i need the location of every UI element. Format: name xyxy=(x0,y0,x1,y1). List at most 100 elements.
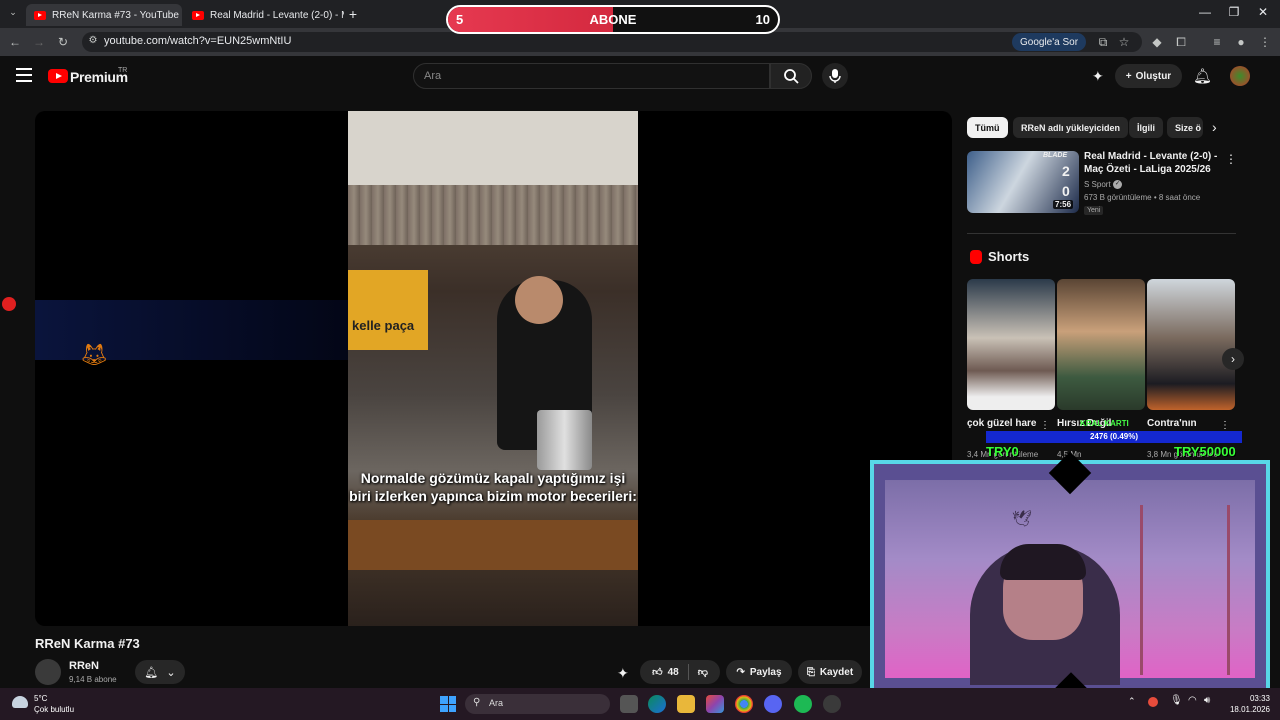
menu-kebab-icon[interactable]: ⋮ xyxy=(1256,35,1274,49)
windows-start-icon[interactable] xyxy=(440,696,456,712)
youtube-logo-icon[interactable] xyxy=(48,69,68,83)
ai-sparkle-icon[interactable]: ✦ xyxy=(617,665,629,682)
streamer-hair xyxy=(1000,544,1086,580)
wifi-icon[interactable]: ◠ xyxy=(1188,695,1197,706)
puzzle-icon[interactable]: ⧠ xyxy=(1172,35,1190,50)
edge-icon[interactable] xyxy=(648,695,666,713)
short-title[interactable]: Contra'nın xyxy=(1147,417,1221,430)
subscription-bell-button[interactable]: 🔔︎ ⌄ xyxy=(135,660,185,684)
share-button[interactable]: ↷ Paylaş xyxy=(726,660,792,684)
shorts-heading: Shorts xyxy=(988,249,1030,264)
video-title: RReN Karma #73 xyxy=(35,636,140,651)
voice-search-button[interactable] xyxy=(822,63,848,89)
chrome-icon[interactable] xyxy=(735,695,753,713)
profile-icon[interactable]: ● xyxy=(1232,35,1250,49)
recommendation-title[interactable]: Real Madrid - Levante (2-0) - Maç Özeti … xyxy=(1084,150,1224,176)
tab-real-madrid[interactable]: Real Madrid - Levante (2-0) - M ✕ xyxy=(184,4,344,26)
divider xyxy=(967,233,1236,234)
chip-from-uploader[interactable]: RReN adlı yükleyiciden xyxy=(1013,117,1129,138)
url-text[interactable]: youtube.com/watch?v=EUN25wmNtIU xyxy=(104,35,291,47)
tab-search-icon[interactable]: ⌄ xyxy=(4,7,22,18)
youtube-favicon-icon xyxy=(192,10,204,20)
back-icon[interactable]: ← xyxy=(6,35,24,49)
share-label: Paylaş xyxy=(749,666,782,678)
copilot-icon[interactable] xyxy=(706,695,724,713)
obs-icon[interactable] xyxy=(823,695,841,713)
weather-description[interactable]: Çok bulutlu xyxy=(34,705,74,714)
fox-mascot-icon: 🦊︎ xyxy=(80,342,108,367)
hamburger-menu-icon[interactable] xyxy=(16,68,32,82)
bell-icon: 🔔︎ xyxy=(144,666,159,679)
tray-app-icon[interactable] xyxy=(1148,697,1158,707)
search-input[interactable]: Ara xyxy=(413,63,770,89)
clock-time[interactable]: 03:33 xyxy=(1218,694,1270,703)
maximize-icon[interactable]: ❐ xyxy=(1219,5,1249,19)
like-icon[interactable]: 👍︎ xyxy=(652,666,662,678)
steel-pot xyxy=(537,410,592,470)
subscriber-count: 9,14 B abone xyxy=(69,675,117,684)
shorts-next-button[interactable]: › xyxy=(1222,348,1244,370)
reload-icon[interactable]: ↻ xyxy=(54,35,72,49)
chip-related[interactable]: İlgili xyxy=(1129,117,1163,138)
minimize-icon[interactable]: — xyxy=(1190,5,1220,19)
more-options-icon[interactable]: ⋮ xyxy=(1040,420,1050,431)
spotify-icon[interactable] xyxy=(794,695,812,713)
share-icon: ↷ xyxy=(736,666,745,678)
youtube-favicon-icon xyxy=(34,10,46,20)
chip-all[interactable]: Tümü xyxy=(967,117,1008,138)
window-close-icon[interactable]: ✕ xyxy=(1248,5,1278,19)
short-title[interactable]: çok güzel hare xyxy=(967,417,1041,430)
like-count[interactable]: 48 xyxy=(668,667,679,678)
tab-title: Real Madrid - Levante (2-0) - M xyxy=(210,9,344,21)
tray-chevron-icon[interactable]: ⌃ xyxy=(1128,696,1136,707)
forward-icon[interactable]: → xyxy=(30,35,48,49)
google-ask-button[interactable]: Google'a Sor xyxy=(1012,33,1087,51)
clock-date[interactable]: 18.01.2026 xyxy=(1218,705,1270,714)
subscriber-goal-label: ABONE xyxy=(589,12,637,27)
extension-icon[interactable]: ◆ xyxy=(1148,35,1166,49)
recommendation-channel[interactable]: S Sport xyxy=(1084,180,1111,189)
more-options-icon[interactable]: ⋮ xyxy=(1225,152,1237,166)
video-caption: Normalde gözümüz kapalı yaptığımız işi b… xyxy=(349,470,637,504)
bookmark-icon: ⎘ xyxy=(806,666,815,678)
channel-avatar[interactable] xyxy=(35,659,61,685)
weather-temperature[interactable]: 5°C xyxy=(34,694,47,703)
file-explorer-icon[interactable] xyxy=(677,695,695,713)
subscriber-goal-target: 10 xyxy=(755,12,770,27)
kitchen-hood xyxy=(348,185,638,245)
new-tab-icon[interactable]: + xyxy=(344,6,362,22)
discord-icon[interactable] xyxy=(764,695,782,713)
ai-sparkle-icon[interactable]: ✦ xyxy=(1092,68,1104,85)
task-view-icon[interactable] xyxy=(620,695,638,713)
create-button[interactable]: + Oluştur xyxy=(1115,64,1182,88)
bird-icon: 🕊︎ xyxy=(1012,511,1033,528)
chevron-right-icon[interactable]: › xyxy=(1212,119,1217,135)
volume-icon[interactable]: 🔊︎ xyxy=(1204,695,1210,706)
save-label: Kaydet xyxy=(819,666,854,678)
media-icon[interactable]: ≡ xyxy=(1208,35,1226,49)
tab-title: RReN Karma #73 - YouTube xyxy=(52,9,179,21)
site-info-icon[interactable]: ⚙ xyxy=(84,35,102,46)
like-dislike-group: 👍︎ 48 👎︎ xyxy=(640,660,720,684)
more-options-icon[interactable]: ⋮ xyxy=(1220,420,1230,431)
short-thumbnail[interactable] xyxy=(1147,279,1235,410)
search-icon xyxy=(784,69,799,84)
microphone-icon[interactable]: 🎙︎ xyxy=(1170,695,1183,706)
taskbar-search-box[interactable]: Ara xyxy=(465,694,610,714)
channel-name[interactable]: RReN xyxy=(69,660,99,672)
bookmark-star-icon[interactable]: ☆ xyxy=(1115,35,1133,49)
tab-rren-karma[interactable]: RReN Karma #73 - YouTube ◂) ✕ xyxy=(26,4,182,26)
search-icon: ⚲ xyxy=(473,697,481,708)
search-button[interactable] xyxy=(770,63,812,89)
plus-icon: + xyxy=(1125,70,1132,82)
short-thumbnail[interactable] xyxy=(967,279,1055,410)
notifications-bell-icon[interactable]: 🔔︎ xyxy=(1193,67,1212,85)
short-thumbnail[interactable] xyxy=(1057,279,1145,410)
chip-for-you[interactable]: Size ö xyxy=(1167,117,1203,138)
dislike-icon[interactable]: 👎︎ xyxy=(698,666,708,678)
cloud-icon[interactable] xyxy=(12,696,28,708)
account-avatar[interactable] xyxy=(1230,66,1250,86)
save-button[interactable]: ⎘ Kaydet xyxy=(798,660,862,684)
shorts-icon xyxy=(970,250,982,264)
install-icon[interactable]: ⧉ xyxy=(1094,35,1112,50)
